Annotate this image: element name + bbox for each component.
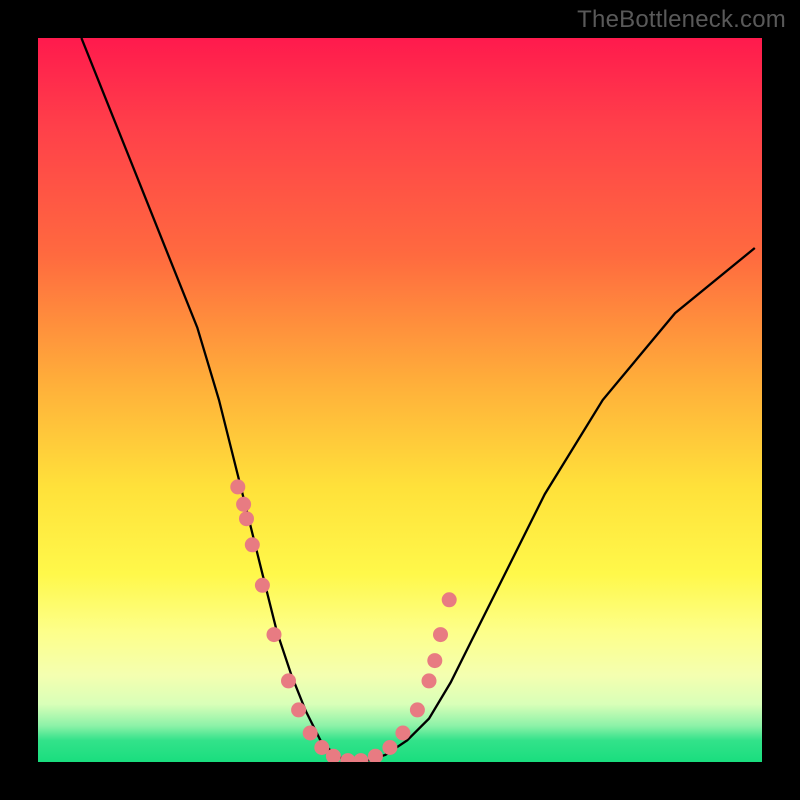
curve-layer [38,38,762,762]
data-point [442,592,457,607]
data-point [410,702,425,717]
data-point [340,753,355,762]
chart-frame: TheBottleneck.com [0,0,800,800]
data-point [245,537,260,552]
data-point [239,511,254,526]
data-point [422,673,437,688]
data-point [291,702,306,717]
watermark-text: TheBottleneck.com [577,6,786,34]
data-point [303,726,318,741]
data-point [368,749,383,762]
data-point [236,497,251,512]
data-point [230,479,245,494]
data-point [353,753,368,762]
data-point [433,627,448,642]
bottleneck-curve [81,38,754,762]
highlighted-points [230,479,456,762]
data-point [255,578,270,593]
data-point [382,740,397,755]
data-point [267,627,282,642]
data-point [427,653,442,668]
plot-area [38,38,762,762]
data-point [281,673,296,688]
data-point [395,726,410,741]
